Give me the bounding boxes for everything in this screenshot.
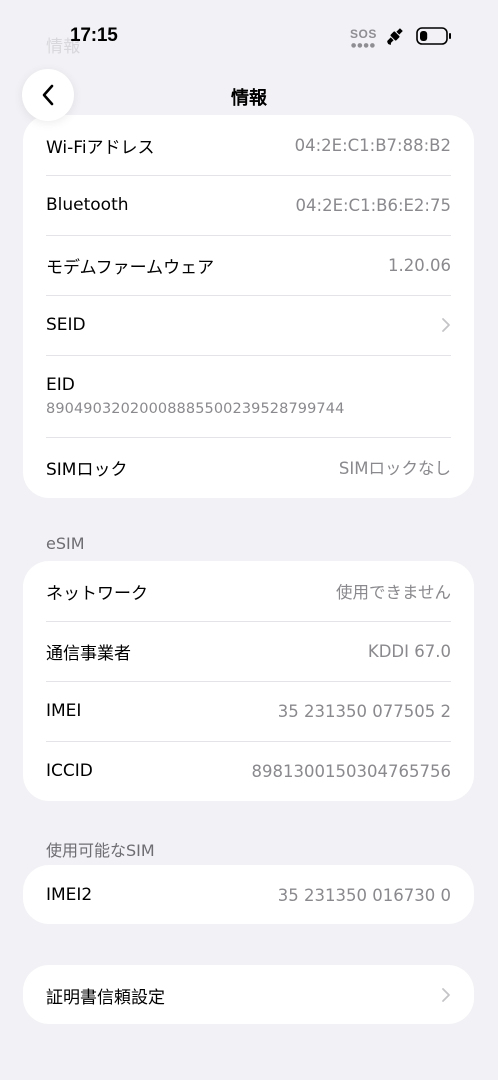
sim-lock-label: SIMロック	[46, 459, 128, 480]
carrier-label: 通信事業者	[46, 643, 131, 664]
seid-label: SEID	[46, 315, 86, 335]
sos-indicator: SOS	[350, 27, 377, 41]
wifi-address-label: Wi-Fiアドレス	[46, 137, 155, 158]
modem-firmware-label: モデムファームウェア	[46, 257, 215, 278]
esim-card: ネットワーク 使用できません 通信事業者 KDDI 67.0 IMEI 35 2…	[23, 561, 474, 801]
imei-value: 35 231350 077505 2	[277, 701, 451, 721]
battery-icon	[416, 27, 451, 45]
row-sim-lock: SIMロック SIMロックなし	[46, 437, 474, 497]
bluetooth-value: 04:2E:C1:B6:E2:75	[295, 195, 451, 215]
row-imei: IMEI 35 231350 077505 2	[46, 681, 474, 741]
wifi-address-value: 04:2E:C1:B7:88:B2	[294, 135, 451, 155]
eid-value: 89049032020008885500239528799744	[46, 401, 345, 417]
row-bluetooth: Bluetooth 04:2E:C1:B6:E2:75	[46, 175, 474, 235]
bluetooth-label: Bluetooth	[46, 195, 129, 215]
network-value: 使用できません	[335, 583, 451, 602]
row-iccid: ICCID 8981300150304765756	[46, 741, 474, 801]
status-time: 17:15	[70, 25, 118, 46]
row-modem-firmware: モデムファームウェア 1.20.06	[46, 235, 474, 295]
carrier-value: KDDI 67.0	[367, 641, 451, 661]
chevron-left-icon	[42, 84, 54, 106]
sim-lock-value: SIMロックなし	[338, 459, 451, 478]
status-bar: 17:15 SOS ●●●●	[0, 0, 498, 62]
row-network: ネットワーク 使用できません	[46, 561, 474, 621]
row-wifi-address: Wi-Fiアドレス 04:2E:C1:B7:88:B2	[46, 115, 474, 175]
about-screen: 情報 17:15 SOS ●●●● 情報 Wi-Fiアドレス 04:2E:C1:…	[0, 0, 498, 1080]
imei2-label: IMEI2	[46, 885, 93, 905]
row-eid: EID 89049032020008885500239528799744	[46, 355, 474, 437]
chevron-right-icon	[442, 988, 450, 1002]
row-imei2: IMEI2 35 231350 016730 0	[46, 865, 474, 924]
row-certificate-trust-settings[interactable]: 証明書信頼設定	[46, 965, 474, 1024]
chevron-right-icon	[442, 318, 450, 332]
row-seid[interactable]: SEID	[46, 295, 474, 355]
row-carrier: 通信事業者 KDDI 67.0	[46, 621, 474, 681]
certificate-trust-card: 証明書信頼設定	[23, 965, 474, 1024]
eid-label: EID	[46, 375, 75, 395]
device-info-card: Wi-Fiアドレス 04:2E:C1:B7:88:B2 Bluetooth 04…	[23, 115, 474, 498]
back-button[interactable]	[22, 69, 74, 121]
page-title: 情報	[231, 88, 267, 109]
imei-label: IMEI	[46, 701, 82, 721]
modem-firmware-value: 1.20.06	[388, 255, 451, 275]
iccid-value: 8981300150304765756	[251, 761, 451, 781]
imei2-value: 35 231350 016730 0	[277, 885, 451, 905]
certificate-trust-label: 証明書信頼設定	[46, 987, 165, 1008]
signal-dots-icon: ●●●●	[351, 42, 376, 49]
iccid-label: ICCID	[46, 761, 93, 781]
satellite-icon	[387, 28, 403, 45]
available-sim-section-header: 使用可能なSIM	[46, 841, 155, 860]
available-sim-card: IMEI2 35 231350 016730 0	[23, 865, 474, 924]
network-label: ネットワーク	[46, 583, 148, 604]
esim-section-header: eSIM	[46, 534, 85, 553]
